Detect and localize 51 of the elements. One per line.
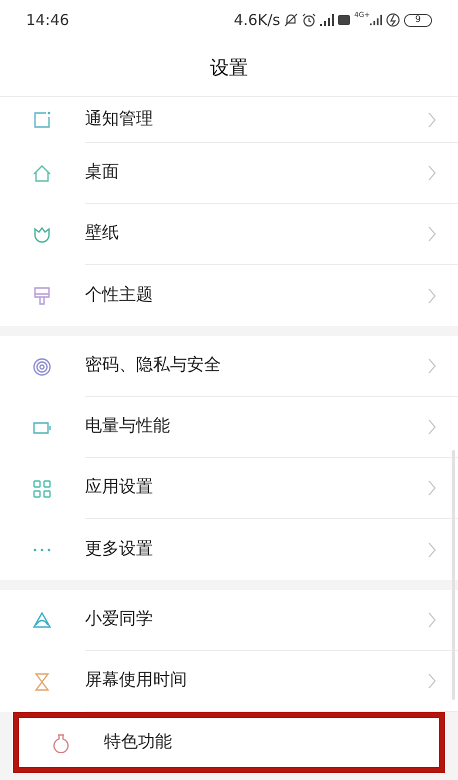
settings-item[interactable]: 个性主题: [0, 265, 458, 326]
settings-item[interactable]: 小爱同学: [0, 590, 458, 651]
chevron-icon: [428, 112, 436, 128]
network-speed: 4.6K/s: [234, 10, 280, 31]
settings-item[interactable]: 更多设置: [0, 519, 458, 580]
battery-indicator: 9: [404, 14, 432, 26]
settings-item[interactable]: 屏幕使用时间: [0, 651, 458, 712]
settings-item[interactable]: 特色功能: [13, 712, 445, 773]
dots-icon: [32, 548, 52, 552]
item-label: 个性主题: [85, 284, 154, 307]
page-title: 设置: [210, 56, 248, 81]
item-label: 通知管理: [85, 108, 154, 131]
item-label: 特色功能: [104, 730, 173, 754]
signal-icon: [370, 14, 382, 26]
item-label: 应用设置: [85, 476, 154, 500]
house-icon: [32, 164, 52, 184]
flask-icon: [51, 732, 71, 752]
settings-item[interactable]: 壁纸: [0, 204, 458, 265]
status-time: 14:46: [26, 10, 70, 31]
tulip-icon: [32, 224, 52, 244]
brush-icon: [32, 286, 52, 306]
settings-item[interactable]: 通知管理: [0, 97, 458, 143]
chevron-icon: [428, 419, 436, 435]
settings-item[interactable]: 密码、隐私与安全: [0, 336, 458, 397]
chevron-icon: [428, 165, 436, 181]
alarm-icon: [302, 13, 316, 27]
item-label: 密码、隐私与安全: [85, 354, 222, 378]
settings-item[interactable]: 桌面: [0, 143, 458, 204]
item-label: 屏幕使用时间: [85, 669, 188, 692]
item-label: 更多设置: [85, 538, 154, 561]
chevron-icon: [428, 612, 436, 628]
chevron-icon: [428, 358, 436, 374]
item-label: 电量与性能: [85, 415, 171, 438]
chevron-icon: [428, 288, 436, 304]
chevron-icon: [428, 542, 436, 558]
notification-icon: [32, 110, 52, 130]
chevron-icon: [428, 673, 436, 689]
assistant-icon: [32, 610, 52, 630]
hourglass-icon: [32, 672, 52, 692]
item-label: 小爱同学: [85, 608, 154, 632]
settings-item[interactable]: 电量与性能: [0, 397, 458, 458]
item-label: 桌面: [85, 161, 120, 184]
fingerprint-icon: [32, 356, 52, 376]
chevron-icon: [428, 480, 436, 496]
settings-item[interactable]: 应用设置: [0, 458, 458, 519]
grid-icon: [32, 478, 52, 498]
charging-icon: [386, 13, 400, 27]
signal-icon: [320, 14, 334, 26]
item-label: 壁纸: [85, 222, 120, 246]
muted-bell-icon: [284, 13, 298, 27]
chevron-icon: [428, 226, 436, 242]
